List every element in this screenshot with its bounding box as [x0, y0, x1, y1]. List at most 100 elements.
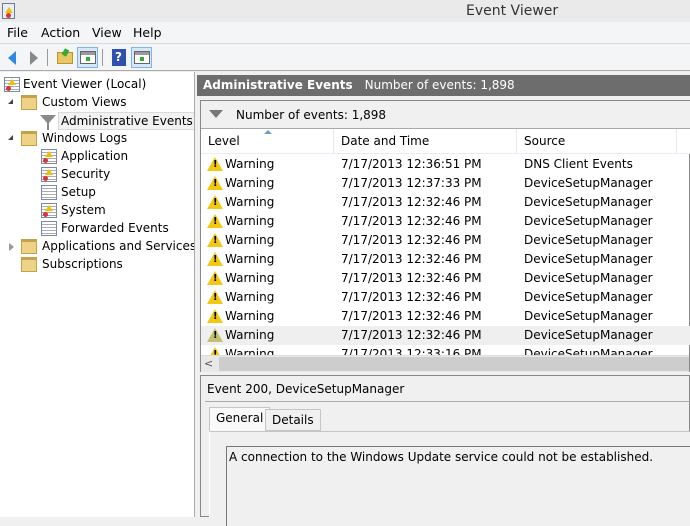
- general-tab-body: A connection to the Windows Update servi…: [209, 431, 690, 526]
- cell-level: Warning: [225, 347, 275, 355]
- tree-item-setup[interactable]: Setup: [0, 184, 194, 202]
- event-row[interactable]: Warning 7/17/2013 12:36:51 PM DNS Client E…: [201, 155, 690, 174]
- cell-source: DeviceSetupManager: [524, 328, 653, 342]
- folder-filter-icon: [21, 95, 37, 110]
- event-viewer-icon: [4, 77, 20, 92]
- cell-datetime: 7/17/2013 12:32:46 PM: [341, 233, 482, 247]
- event-row[interactable]: Warning 7/17/2013 12:32:46 PM DeviceSetupM…: [201, 288, 690, 307]
- tree-item-application[interactable]: Application: [0, 148, 194, 166]
- event-row[interactable]: Warning 7/17/2013 12:32:46 PM DeviceSetupM…: [201, 250, 690, 269]
- toolbar: ?: [0, 44, 690, 71]
- event-row[interactable]: Warning 7/17/2013 12:33:16 PM DeviceSetupM…: [201, 345, 690, 355]
- cell-source: DeviceSetupManager: [524, 176, 653, 190]
- scroll-left-icon[interactable]: <: [204, 357, 213, 370]
- tree-item-windows-logs[interactable]: Windows Logs: [0, 130, 194, 148]
- tree-item-subscriptions[interactable]: Subscriptions: [0, 256, 194, 274]
- warning-icon: [207, 157, 223, 171]
- cell-source: DNS Client Events: [524, 157, 633, 171]
- cell-level: Warning: [225, 233, 275, 247]
- event-row[interactable]: Warning 7/17/2013 12:32:46 PM DeviceSetupM…: [201, 231, 690, 250]
- cell-level: Warning: [225, 252, 275, 266]
- event-row[interactable]: Warning 7/17/2013 12:32:46 PM DeviceSetupM…: [201, 269, 690, 288]
- forward-button[interactable]: [23, 47, 44, 68]
- cell-source: DeviceSetupManager: [524, 347, 653, 355]
- cell-level: Warning: [225, 214, 275, 228]
- cell-source: DeviceSetupManager: [524, 195, 653, 209]
- warning-icon: [207, 347, 223, 355]
- cell-level: Warning: [225, 157, 275, 171]
- up-one-level-button[interactable]: [54, 47, 75, 68]
- help-button[interactable]: ?: [108, 47, 129, 68]
- column-header-date-and-time[interactable]: Date and Time: [334, 129, 517, 154]
- tree-item-forwarded-events[interactable]: Forwarded Events: [0, 220, 194, 238]
- column-header-source[interactable]: Source: [517, 129, 677, 154]
- event-row[interactable]: Warning 7/17/2013 12:32:46 PM DeviceSetupM…: [201, 193, 690, 212]
- tree-item-security[interactable]: Security: [0, 166, 194, 184]
- event-row[interactable]: Warning 7/17/2013 12:32:46 PM DeviceSetupM…: [201, 326, 690, 345]
- filter-bar: Number of events: 1,898: [201, 101, 690, 129]
- filter-event-count: Number of events: 1,898: [236, 108, 387, 122]
- event-list-panel: Number of events: 1,898 Level Date and T…: [200, 100, 690, 372]
- menu-bar: File Action View Help: [0, 22, 690, 44]
- main-pane: Administrative Events Number of events: 1…: [197, 72, 690, 526]
- back-button[interactable]: [1, 47, 22, 68]
- warning-icon: [207, 309, 223, 323]
- cell-source: DeviceSetupManager: [524, 271, 653, 285]
- tab-general[interactable]: General: [209, 407, 271, 432]
- action-pane-icon: [133, 51, 150, 64]
- cell-level: Warning: [225, 309, 275, 323]
- menu-file[interactable]: File: [7, 25, 28, 40]
- warning-icon: [207, 252, 223, 266]
- log-icon: [41, 221, 57, 236]
- tree-item-administrative-events[interactable]: Administrative Events: [0, 112, 194, 130]
- event-viewer-app-icon[interactable]: [2, 3, 15, 19]
- forward-icon: [29, 50, 38, 65]
- event-row[interactable]: Warning 7/17/2013 12:32:46 PM DeviceSetupM…: [201, 212, 690, 231]
- event-row[interactable]: Warning 7/17/2013 12:32:46 PM DeviceSetupM…: [201, 307, 690, 326]
- tree-item-event-viewer-local[interactable]: Event Viewer (Local): [0, 76, 194, 94]
- warning-icon: [207, 328, 223, 342]
- cell-datetime: 7/17/2013 12:32:46 PM: [341, 328, 482, 342]
- event-detail-title: Event 200, DeviceSetupManager: [207, 382, 405, 396]
- event-message: A connection to the Windows Update servi…: [226, 446, 690, 526]
- tree-item-custom-views[interactable]: Custom Views: [0, 94, 194, 112]
- toolbar-separator: [102, 49, 103, 66]
- cell-datetime: 7/17/2013 12:33:16 PM: [341, 347, 482, 355]
- cell-source: DeviceSetupManager: [524, 233, 653, 247]
- event-detail-panel: Event 200, DeviceSetupManager General De…: [200, 375, 690, 526]
- warning-icon: [207, 271, 223, 285]
- scrollbar-thumb[interactable]: [219, 357, 689, 371]
- event-row[interactable]: Warning 7/17/2013 12:37:33 PM DeviceSetupM…: [201, 174, 690, 193]
- cell-datetime: 7/17/2013 12:32:46 PM: [341, 252, 482, 266]
- tab-details[interactable]: Details: [265, 409, 321, 431]
- log-icon: [41, 185, 57, 200]
- up-folder-icon: [56, 51, 73, 64]
- filter-icon: [40, 115, 56, 130]
- folder-icon: [21, 239, 37, 254]
- cell-source: DeviceSetupManager: [524, 290, 653, 304]
- show-hide-console-tree-button[interactable]: [77, 47, 98, 68]
- menu-help[interactable]: Help: [133, 25, 162, 40]
- warning-icon: [207, 176, 223, 190]
- warning-icon: [207, 233, 223, 247]
- menu-action[interactable]: Action: [41, 25, 80, 40]
- cell-level: Warning: [225, 290, 275, 304]
- pane-event-count: Number of events: 1,898: [364, 78, 515, 92]
- back-icon: [7, 50, 16, 65]
- title-bar: Event Viewer: [0, 0, 690, 22]
- cell-datetime: 7/17/2013 12:32:46 PM: [341, 195, 482, 209]
- column-header-row: Level Date and Time Source: [201, 129, 690, 154]
- cell-level: Warning: [225, 328, 275, 342]
- horizontal-scrollbar[interactable]: <: [201, 355, 689, 372]
- column-header-level[interactable]: Level: [201, 129, 334, 154]
- tree-item-applications-and-services-logs[interactable]: Applications and Services Lo: [0, 238, 194, 256]
- expand-collapse-icon[interactable]: [8, 135, 13, 140]
- menu-view[interactable]: View: [92, 25, 122, 40]
- cell-level: Warning: [225, 271, 275, 285]
- expand-icon[interactable]: [9, 243, 14, 251]
- toolbar-separator: [47, 49, 48, 66]
- expand-collapse-icon[interactable]: [8, 99, 13, 104]
- tree-item-system[interactable]: System: [0, 202, 194, 220]
- folder-computer-icon: [21, 131, 37, 146]
- show-hide-action-pane-button[interactable]: [131, 47, 152, 68]
